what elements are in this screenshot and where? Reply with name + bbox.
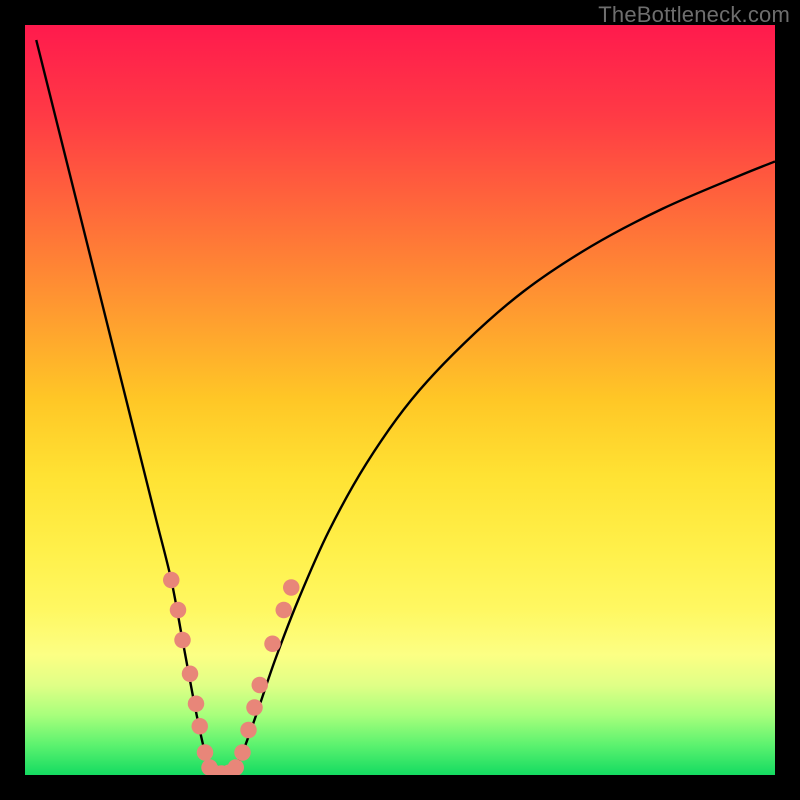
chart-container: TheBottleneck.com: [0, 0, 800, 800]
watermark-label: TheBottleneck.com: [598, 2, 790, 28]
data-dot: [276, 602, 293, 619]
left-branch-curve: [36, 40, 212, 773]
data-dot: [170, 602, 187, 619]
curve-layer: [25, 25, 775, 775]
data-dot: [192, 718, 209, 735]
data-dot: [174, 632, 191, 649]
data-dot: [197, 744, 214, 761]
data-dot: [188, 696, 205, 713]
data-dot: [246, 699, 263, 716]
plot-area: [25, 25, 775, 775]
right-branch-curve: [231, 162, 775, 773]
data-dot: [163, 572, 180, 589]
data-dot: [240, 722, 257, 739]
data-dot: [252, 677, 269, 694]
data-dot: [264, 636, 281, 653]
annotation-dots: [163, 572, 300, 775]
data-dot: [182, 666, 199, 683]
data-dot: [283, 579, 300, 596]
data-dot: [234, 744, 251, 761]
